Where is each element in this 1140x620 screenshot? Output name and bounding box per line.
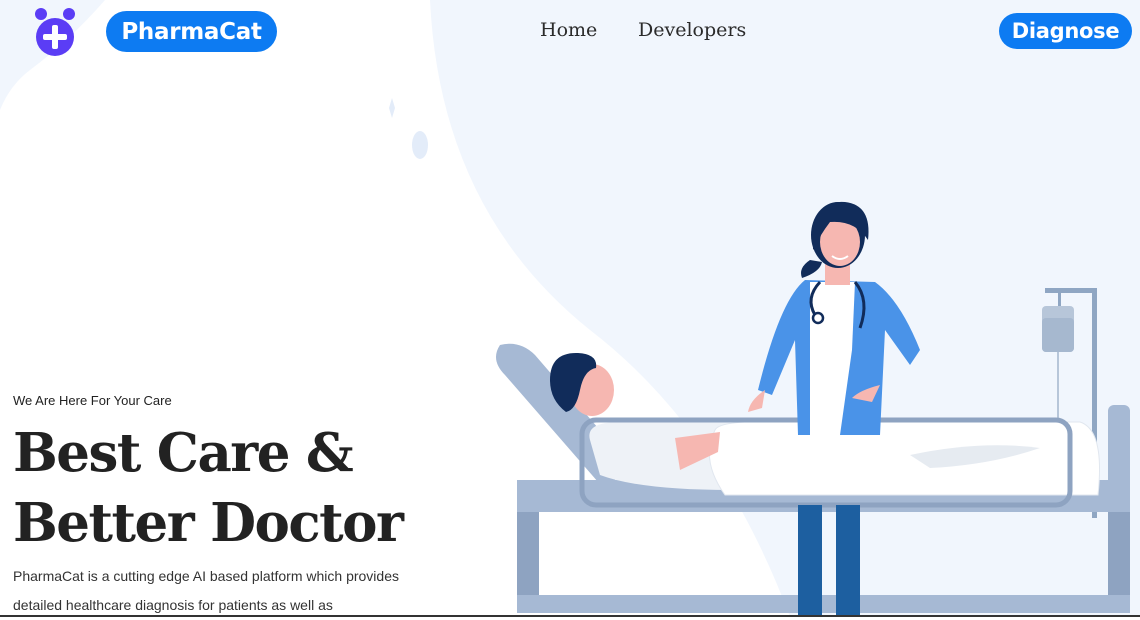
nav-home[interactable]: Home [540,19,597,41]
cat-medical-cross-icon[interactable] [30,4,80,60]
headline-line-1: Best Care & [13,422,354,484]
headline-line-2: Better Doctor [13,492,404,554]
site-header: PharmaCat Home Developers Diagnose [0,0,1140,64]
hero-description: PharmaCat is a cutting edge AI based pla… [13,568,399,613]
doctor-figure [748,201,920,617]
hero-headline: Best Care & Better Doctor [13,418,404,558]
diagnose-button[interactable]: Diagnose [999,13,1132,49]
hero-tagline: We Are Here For Your Care [13,393,172,408]
hero-text: We Are Here For Your Care Best Care & Be… [13,393,404,558]
doctor-patient-illustration [496,201,1130,617]
brand-button[interactable]: PharmaCat [106,11,277,52]
nav-developers[interactable]: Developers [638,19,746,41]
